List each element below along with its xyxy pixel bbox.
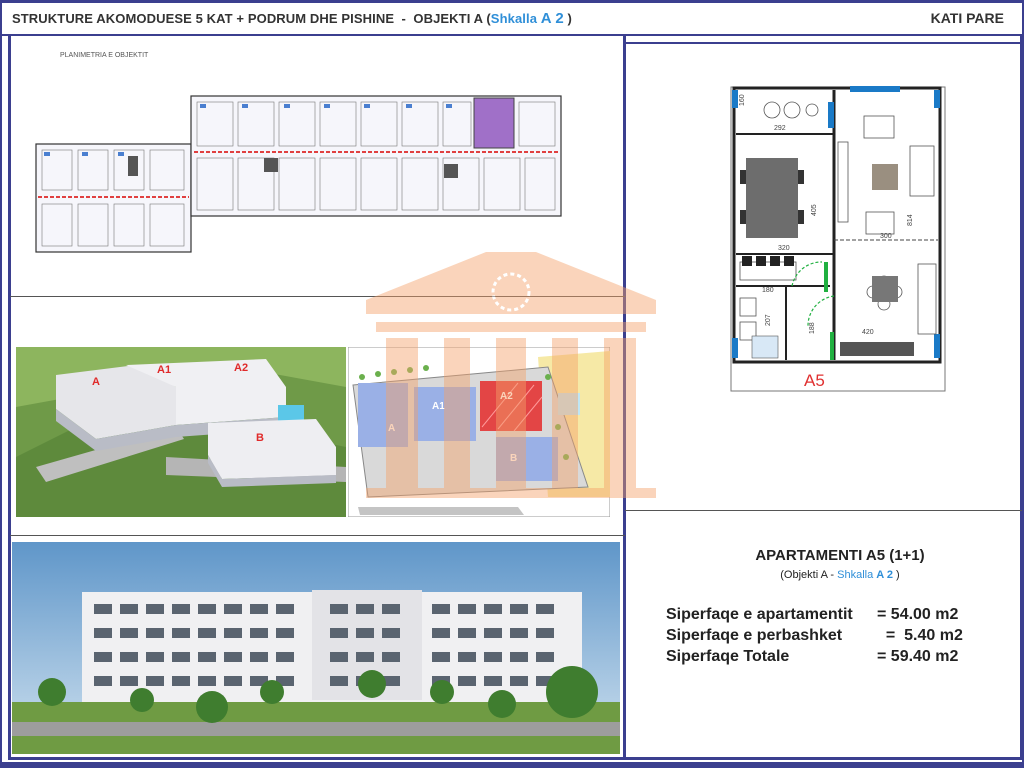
site-floor-plan <box>35 95 562 253</box>
area-value: = 59.40 m2 <box>877 648 959 665</box>
title-separator: - OBJEKTI A ( <box>394 11 491 26</box>
dim-188: 188 <box>809 322 816 334</box>
dim-320: 320 <box>778 245 790 252</box>
unit-label: A5 <box>804 371 825 390</box>
apartment-sub-code: A 2 <box>876 569 893 581</box>
apartment-sub-open: (Objekti A - <box>780 569 838 581</box>
floor-label: KATI PARE <box>930 10 1004 26</box>
area-row-common: Siperfaqe e perbashket = 5.40 m2 <box>666 627 986 648</box>
left-border <box>8 36 11 760</box>
bottom-border <box>8 757 1022 760</box>
site-map: A A1 A2 B <box>348 347 610 517</box>
left-divider-2 <box>10 535 625 536</box>
area-label: Siperfaqe e perbashket <box>666 627 843 644</box>
document-title: STRUKTURE AKOMODUESE 5 KAT + PODRUM DHE … <box>12 10 572 27</box>
right-border <box>1020 36 1023 760</box>
area-row-total: Siperfaqe Totale = 59.40 m2 <box>666 648 986 669</box>
dim-160: 160 <box>739 94 746 106</box>
dim-300: 300 <box>880 233 892 240</box>
left-divider-1 <box>10 296 625 297</box>
title-main: STRUKTURE AKOMODUESE 5 KAT + PODRUM DHE … <box>12 11 395 26</box>
dim-207: 207 <box>765 314 772 326</box>
page-header: STRUKTURE AKOMODUESE 5 KAT + PODRUM DHE … <box>0 3 1024 33</box>
site-label-a2: A2 <box>500 391 513 402</box>
area-value: = 54.00 m2 <box>877 606 959 623</box>
apartment-sub-close: ) <box>892 569 900 581</box>
site-label-a: A <box>388 423 395 434</box>
right-top-divider <box>623 42 1023 44</box>
dim-814: 814 <box>907 214 914 226</box>
aerial-label-b: B <box>256 432 264 444</box>
apartment-subtitle: (Objekti A - Shkalla A 2 ) <box>650 569 1024 581</box>
area-summary: Siperfaqe e apartamentit = 54.00 m2 Sipe… <box>666 606 986 669</box>
aerial-label-a2: A2 <box>234 362 248 374</box>
building-render <box>12 542 620 754</box>
apartment-sub-shkalla: Shkalla <box>837 569 877 581</box>
aerial-render: A A1 A2 B <box>16 347 346 517</box>
area-label: Siperfaqe e apartamentit <box>666 606 853 623</box>
area-row-apartment: Siperfaqe e apartamentit = 54.00 m2 <box>666 606 986 627</box>
dim-405: 405 <box>811 204 818 216</box>
dim-420: 420 <box>862 329 874 336</box>
aerial-label-a1: A1 <box>157 364 171 376</box>
title-code: A 2 <box>540 10 564 27</box>
dim-292: 292 <box>774 125 786 132</box>
site-label-b: B <box>510 453 517 464</box>
title-close: ) <box>563 11 572 26</box>
site-plan-label: PLANIMETRIA E OBJEKTIT <box>60 52 149 59</box>
area-value: = 5.40 m2 <box>877 627 963 644</box>
site-label-a1: A1 <box>432 401 445 412</box>
center-divider <box>623 36 626 760</box>
title-shkalla: Shkalla <box>490 11 538 26</box>
unit-floor-plan: 160 292 405 300 814 320 180 207 420 188 … <box>730 86 946 392</box>
header-divider <box>0 34 1024 36</box>
aerial-label-a: A <box>92 376 100 388</box>
area-label: Siperfaqe Totale <box>666 648 790 665</box>
dim-180: 180 <box>762 287 774 294</box>
apartment-title: APARTAMENTI A5 (1+1) <box>755 547 925 564</box>
right-divider <box>625 510 1022 511</box>
